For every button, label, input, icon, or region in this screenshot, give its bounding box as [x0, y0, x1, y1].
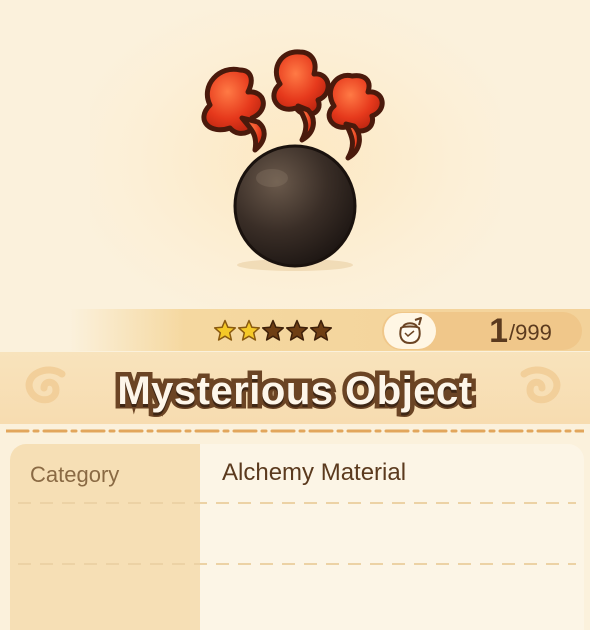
rarity-stars [213, 314, 333, 348]
owned-count: 1 [489, 312, 508, 350]
star-empty-icon [261, 319, 285, 341]
row-divider [18, 502, 576, 504]
star-filled-icon [237, 319, 261, 341]
item-artwork [90, 10, 500, 310]
smoking-black-orb-icon [201, 49, 385, 271]
max-count: /999 [509, 320, 552, 345]
category-label: Category [30, 462, 120, 487]
item-name: Mysterious Object [113, 365, 477, 418]
category-value: Alchemy Material [222, 459, 407, 486]
star-empty-icon [285, 319, 309, 341]
pouch-icon [384, 313, 436, 349]
row-divider [18, 563, 576, 565]
star-filled-icon [213, 319, 237, 341]
item-details-panel: Category Alchemy Material [10, 444, 584, 630]
star-empty-icon [309, 319, 333, 341]
dashed-divider [6, 429, 584, 433]
